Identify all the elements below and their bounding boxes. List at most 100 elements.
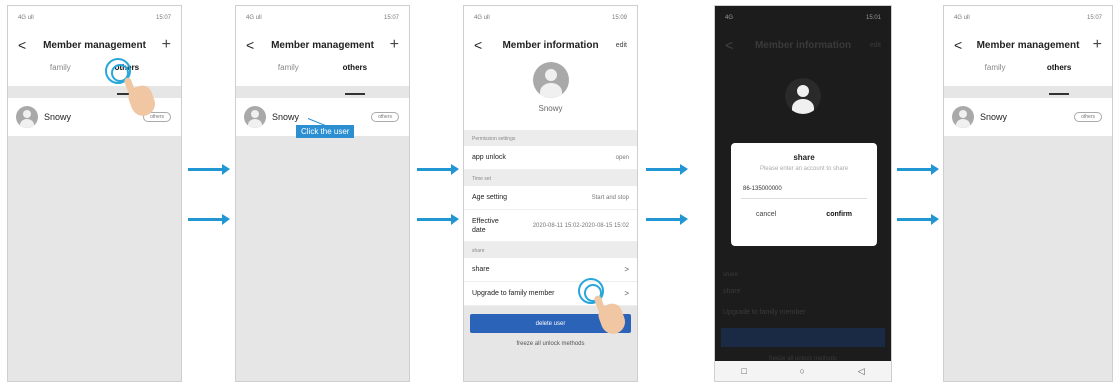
screen-4-share-dialog: 4G 15:01 < Member information edit share… [714,5,892,382]
confirm-button[interactable]: confirm [826,211,852,218]
status-signal: 4G ull [954,15,970,21]
annotation-label: Click the user [296,125,355,138]
header: < Member management + [944,30,1112,60]
add-icon[interactable]: + [385,36,399,54]
status-bar: 4G 15:01 [715,6,891,30]
profile-name: Snowy [538,104,563,113]
avatar-icon-dimmed [785,78,821,114]
tab-family[interactable]: family [278,60,299,86]
effective-date-row[interactable]: Effective date 2020-08-11 15:02-2020-08-… [464,210,637,242]
header-dimmed: < Member information edit [715,30,891,60]
flow-arrow-icon [188,164,230,175]
tab-others[interactable]: others [343,60,367,95]
screen-1-member-management: 4G ull 15:07 < Member management + famil… [7,5,182,382]
back-icon[interactable]: < [18,37,32,53]
app-unlock-value: open [615,154,629,161]
role-badge: others [371,112,399,122]
tab-family[interactable]: family [985,60,1006,86]
back-icon[interactable]: < [246,37,260,53]
effective-date-label: Effective date [472,217,499,234]
share-dialog: share Please enter an account to share 8… [731,143,877,246]
status-time: 15:09 [611,15,627,21]
age-setting-row[interactable]: Age setting Start and stop [464,186,637,210]
flow-arrow-icon [897,164,939,175]
age-setting-label: Age setting [472,194,508,201]
status-time: 15:01 [865,15,881,21]
avatar-icon [952,106,974,128]
dialog-hint: Please enter an account to share [759,166,849,172]
share-row-dimmed: share [723,288,741,295]
app-unlock-label: app unlock [472,154,506,161]
share-row[interactable]: share > [464,258,637,282]
screen-2-member-management: 4G ull 15:07 < Member management + famil… [235,5,410,382]
tab-bar: family others [236,60,409,95]
status-bar: 4G ull 15:07 [236,6,409,30]
header: < Member information edit [464,30,637,60]
tab-family[interactable]: family [50,60,71,86]
avatar-icon [532,62,569,98]
flow-arrow-icon [417,214,459,225]
divider [236,86,409,98]
app-unlock-row[interactable]: app unlock open [464,146,637,170]
input-underline [741,198,867,199]
header: < Member management + [236,30,409,60]
add-icon[interactable]: + [1088,36,1102,54]
age-setting-value: Start and stop [591,194,629,201]
section-share-dimmed: share [723,272,739,278]
status-time: 15:07 [155,15,171,21]
status-bar: 4G ull 15:07 [944,6,1112,30]
system-nav-bar: □ ○ ◁ [715,361,891,381]
freeze-unlock-link[interactable]: freeze all unlock methods [464,341,637,347]
status-signal: 4G ull [246,15,262,21]
user-row[interactable]: Snowy others [944,98,1112,136]
chevron-right-icon: > [624,289,629,298]
effective-date-value: 2020-08-11 15:02-2020-08-15 15:02 [532,222,629,229]
avatar-icon [16,106,38,128]
tab-bar: family others [8,60,181,95]
divider [944,86,1112,98]
avatar-icon [244,106,266,128]
profile-block: Snowy [464,60,637,130]
cancel-button[interactable]: cancel [756,211,776,218]
divider [8,86,181,98]
account-input[interactable]: 86-135000000 [743,186,877,192]
flow-arrow-icon [417,164,459,175]
recent-apps-icon[interactable]: □ [741,366,746,376]
page-title: Member information [502,39,599,51]
flow-arrow-icon [897,214,939,225]
edit-dimmed: edit [869,41,881,49]
page-title: Member management [43,39,146,51]
screen-5-member-management: 4G ull 15:07 < Member management + famil… [943,5,1113,382]
role-badge: others [1074,112,1102,122]
status-time: 15:07 [1086,15,1102,21]
back-icon[interactable]: < [954,37,968,53]
user-name: Snowy [272,112,300,122]
status-signal: 4G [725,15,734,21]
dialog-buttons: cancel confirm [731,211,877,218]
home-icon[interactable]: ○ [800,366,805,376]
page-title-dimmed: Member information [754,39,852,51]
delete-button-dimmed [721,328,885,347]
header: < Member management + [8,30,181,60]
dialog-title: share [793,153,815,162]
user-name: Snowy [44,112,72,122]
flow-arrow-icon [646,164,688,175]
section-share: share [464,242,637,258]
user-name: Snowy [980,112,1008,122]
upgrade-label: Upgrade to family member [472,290,555,297]
screen-3-member-information: 4G ull 15:09 < Member information edit S… [463,5,638,382]
back-nav-icon[interactable]: ◁ [858,366,865,377]
chevron-right-icon: > [624,265,629,274]
back-icon[interactable]: < [474,37,488,53]
flow-arrow-icon [188,214,230,225]
tab-others[interactable]: others [1047,60,1071,95]
share-label: share [472,266,490,273]
status-bar: 4G ull 15:07 [8,6,181,30]
status-signal: 4G ull [18,15,34,21]
section-permission: Permission settings [464,130,637,146]
status-bar: 4G ull 15:09 [464,6,637,30]
upgrade-row-dimmed: Upgrade to family member [723,309,806,316]
status-time: 15:07 [383,15,399,21]
add-icon[interactable]: + [157,36,171,54]
edit-button[interactable]: edit [613,42,627,49]
